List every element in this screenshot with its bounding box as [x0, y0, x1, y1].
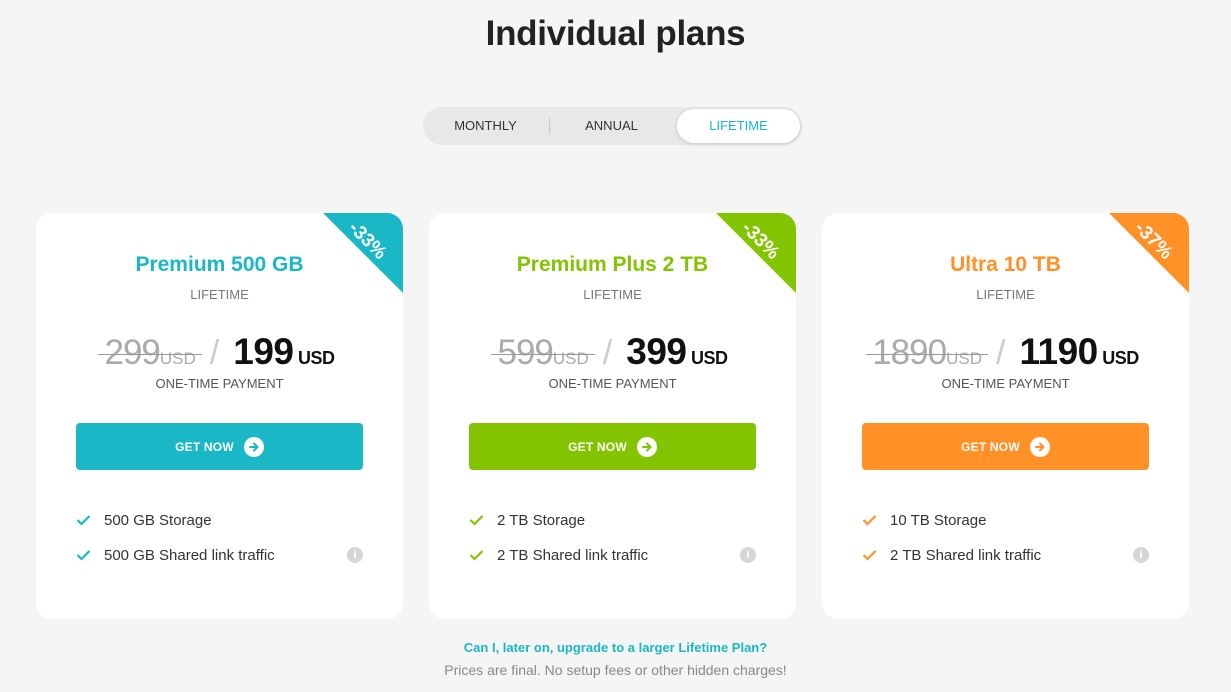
info-icon[interactable]: i — [347, 547, 363, 563]
new-price: 1190 USD — [1019, 331, 1139, 372]
plan-period: LIFETIME — [583, 287, 642, 302]
payment-note: ONE-TIME PAYMENT — [155, 376, 284, 391]
payment-note: ONE-TIME PAYMENT — [941, 376, 1070, 391]
info-icon[interactable]: i — [740, 547, 756, 563]
feature-item: 2 TB Storage — [469, 510, 756, 530]
feature-item: 10 TB Storage — [862, 510, 1149, 530]
price-row: 1890USD / 1190 USD — [822, 331, 1189, 373]
toggle-monthly[interactable]: MONTHLY — [423, 107, 548, 145]
plan-name: Premium 500 GB — [135, 253, 304, 276]
get-now-button[interactable]: GET NOW — [469, 423, 756, 470]
feature-item: 500 GB Shared link traffic i — [76, 545, 363, 565]
info-icon[interactable]: i — [1133, 547, 1149, 563]
old-price: 299USD — [98, 333, 202, 373]
plan-name: Premium Plus 2 TB — [516, 253, 709, 276]
price-row: 599USD / 399 USD — [429, 331, 796, 373]
old-price: 1890USD — [866, 333, 988, 373]
feature-item: 500 GB Storage — [76, 510, 363, 530]
arrow-right-circle-icon — [243, 436, 264, 457]
arrow-right-circle-icon — [1029, 436, 1050, 457]
price-row: 299USD / 199 USD — [36, 331, 403, 373]
feature-item: 2 TB Shared link traffic i — [862, 545, 1149, 565]
check-icon — [469, 514, 497, 526]
toggle-lifetime[interactable]: LIFETIME — [677, 109, 800, 143]
arrow-right-circle-icon — [636, 436, 657, 457]
plan-card-premium: -33% Premium 500 GB LIFETIME 299USD / 19… — [36, 213, 403, 619]
pricing-note: Prices are final. No setup fees or other… — [444, 662, 787, 678]
get-now-button[interactable]: GET NOW — [862, 423, 1149, 470]
page-title: Individual plans — [485, 14, 746, 53]
check-icon — [469, 549, 497, 561]
plan-name: Ultra 10 TB — [950, 253, 1061, 276]
toggle-annual[interactable]: ANNUAL — [548, 107, 675, 145]
check-icon — [862, 549, 890, 561]
check-icon — [76, 514, 104, 526]
feature-item: 2 TB Shared link traffic i — [469, 545, 756, 565]
payment-note: ONE-TIME PAYMENT — [548, 376, 677, 391]
upgrade-faq-link[interactable]: Can I, later on, upgrade to a larger Lif… — [0, 640, 1231, 655]
plan-period: LIFETIME — [190, 287, 249, 302]
billing-period-toggle: MONTHLY ANNUAL LIFETIME — [423, 107, 802, 145]
new-price: 399 USD — [626, 331, 728, 372]
plan-card-ultra: -37% Ultra 10 TB LIFETIME 1890USD / 1190… — [822, 213, 1189, 619]
plan-period: LIFETIME — [976, 287, 1035, 302]
get-now-button[interactable]: GET NOW — [76, 423, 363, 470]
check-icon — [76, 549, 104, 561]
new-price: 199 USD — [233, 331, 335, 372]
old-price: 599USD — [491, 333, 595, 373]
check-icon — [862, 514, 890, 526]
plan-card-premium-plus: -33% Premium Plus 2 TB LIFETIME 599USD /… — [429, 213, 796, 619]
